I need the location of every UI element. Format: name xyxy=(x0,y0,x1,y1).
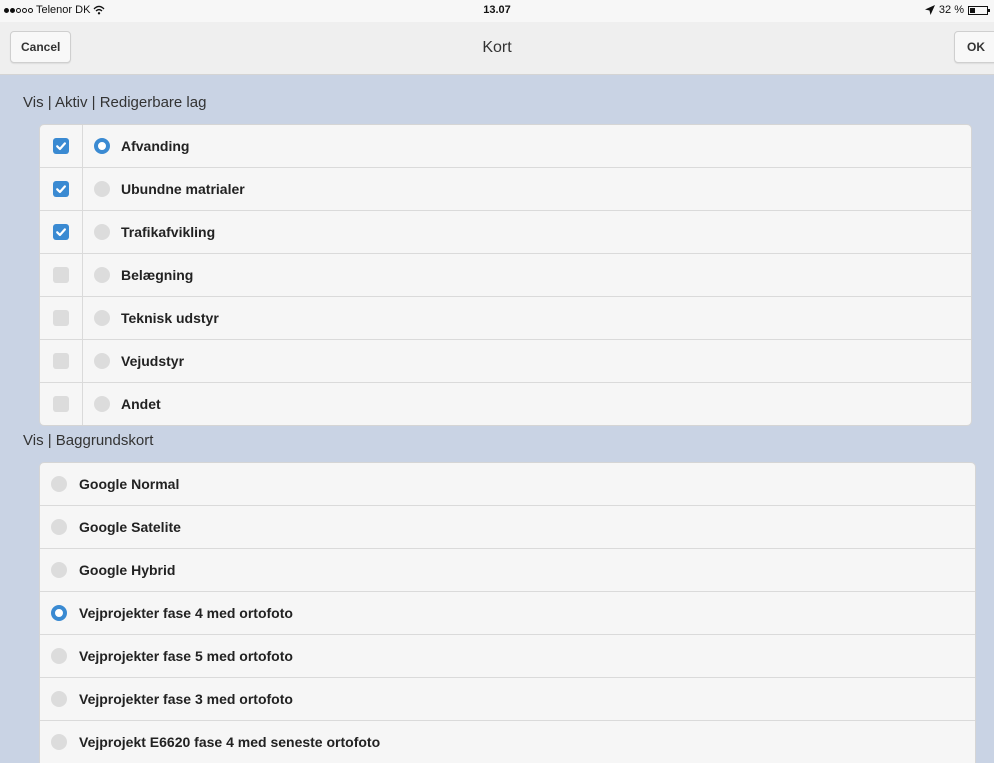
background-map-label: Vejprojekt E6620 fase 4 med seneste orto… xyxy=(79,734,381,750)
background-map-radio[interactable] xyxy=(51,562,67,578)
layer-visible-checkbox[interactable] xyxy=(53,310,69,326)
battery-icon xyxy=(968,5,990,15)
background-map-label: Vejprojekter fase 4 med ortofoto xyxy=(79,605,293,621)
layer-label: Teknisk udstyr xyxy=(121,310,219,326)
layer-label: Andet xyxy=(121,396,161,412)
layer-active-radio[interactable] xyxy=(94,396,110,412)
background-map-label: Vejprojekter fase 5 med ortofoto xyxy=(79,648,293,664)
layer-visible-cell xyxy=(40,340,83,382)
layer-visible-cell xyxy=(40,168,83,210)
status-bar-right: 32 % xyxy=(924,4,990,16)
layer-visible-cell xyxy=(40,211,83,253)
checkmark-icon xyxy=(56,228,66,237)
background-map-radio[interactable] xyxy=(51,519,67,535)
layer-visible-cell xyxy=(40,125,83,167)
page-title: Kort xyxy=(482,39,512,56)
layer-visible-cell xyxy=(40,383,83,425)
layer-active-radio[interactable] xyxy=(94,138,110,154)
background-map-row[interactable]: Vejprojekt E6620 fase 4 med seneste orto… xyxy=(40,721,975,763)
background-map-radio[interactable] xyxy=(51,734,67,750)
background-map-list: Google Normal Google Satelite Google Hybri… xyxy=(39,462,976,763)
background-map-label: Google Hybrid xyxy=(79,562,176,578)
layer-active-radio[interactable] xyxy=(94,181,110,197)
layer-visible-cell xyxy=(40,297,83,339)
ok-button[interactable]: OK xyxy=(954,31,994,63)
layer-row: Vejudstyr xyxy=(40,340,971,383)
background-map-radio[interactable] xyxy=(51,691,67,707)
layers-list: Afvanding Ubundne matrialer Trafikafviklin… xyxy=(39,124,972,426)
layer-label: Ubundne matrialer xyxy=(121,181,245,197)
background-map-row[interactable]: Google Satelite xyxy=(40,506,975,549)
layer-row: Belægning xyxy=(40,254,971,297)
layer-row: Trafikafvikling xyxy=(40,211,971,254)
background-map-row[interactable]: Google Normal xyxy=(40,463,975,506)
background-map-label: Google Normal xyxy=(79,476,180,492)
layer-row: Afvanding xyxy=(40,125,971,168)
background-map-row[interactable]: Vejprojekter fase 4 med ortofoto xyxy=(40,592,975,635)
layer-visible-checkbox[interactable] xyxy=(53,138,69,154)
checkmark-icon xyxy=(56,142,66,151)
background-map-radio[interactable] xyxy=(51,476,67,492)
background-map-label: Google Satelite xyxy=(79,519,181,535)
layer-label: Belægning xyxy=(121,267,194,283)
background-map-radio[interactable] xyxy=(51,605,67,621)
layer-visible-checkbox[interactable] xyxy=(53,353,69,369)
layer-visible-checkbox[interactable] xyxy=(53,267,69,283)
status-time: 13.07 xyxy=(483,4,511,16)
layer-active-radio[interactable] xyxy=(94,267,110,283)
background-map-label: Vejprojekter fase 3 med ortofoto xyxy=(79,691,293,707)
location-arrow-icon xyxy=(924,5,935,15)
layer-label: Afvanding xyxy=(121,138,190,154)
layer-row: Ubundne matrialer xyxy=(40,168,971,211)
layer-label: Vejudstyr xyxy=(121,353,185,369)
layers-section-heading: Vis | Aktiv | Redigerbare lag xyxy=(23,94,207,111)
layer-visible-checkbox[interactable] xyxy=(53,181,69,197)
layer-label: Trafikafvikling xyxy=(121,224,216,240)
layer-row: Andet xyxy=(40,383,971,425)
layer-visible-checkbox[interactable] xyxy=(53,224,69,240)
background-map-radio[interactable] xyxy=(51,648,67,664)
background-map-row[interactable]: Google Hybrid xyxy=(40,549,975,592)
layer-row: Teknisk udstyr xyxy=(40,297,971,340)
status-bar: Telenor DK 13.07 32 % xyxy=(0,0,994,22)
layer-active-radio[interactable] xyxy=(94,224,110,240)
layer-active-radio[interactable] xyxy=(94,310,110,326)
layer-active-radio[interactable] xyxy=(94,353,110,369)
battery-percent: 32 % xyxy=(938,4,964,16)
navigation-bar: Cancel Kort OK xyxy=(0,22,994,75)
layer-visible-checkbox[interactable] xyxy=(53,396,69,412)
background-map-row[interactable]: Vejprojekter fase 5 med ortofoto xyxy=(40,635,975,678)
checkmark-icon xyxy=(56,185,66,194)
layer-visible-cell xyxy=(40,254,83,296)
background-map-row[interactable]: Vejprojekter fase 3 med ortofoto xyxy=(40,678,975,721)
background-section-heading: Vis | Baggrundskort xyxy=(23,432,154,449)
